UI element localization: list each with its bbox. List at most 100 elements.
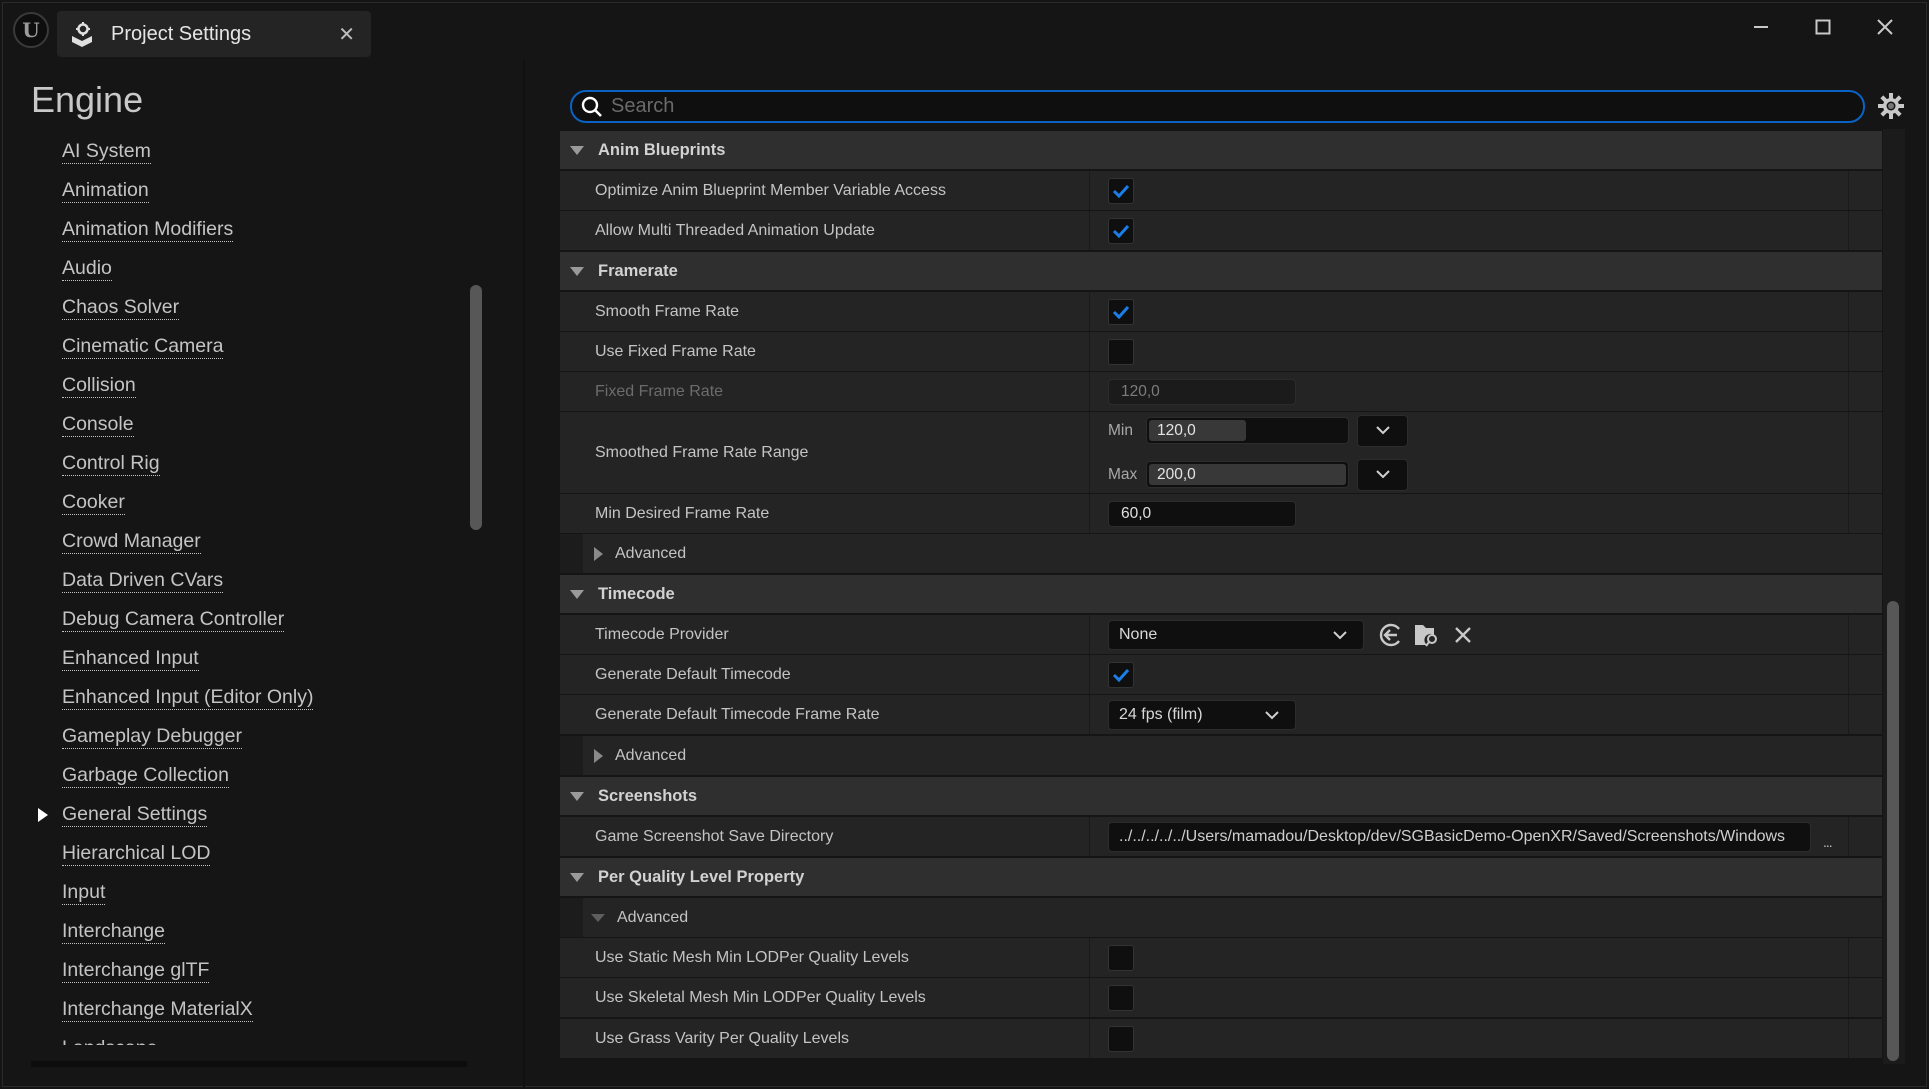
sidebar-item-cooker[interactable]: Cooker bbox=[62, 490, 125, 515]
sidebar-item-animation-modifiers[interactable]: Animation Modifiers bbox=[62, 217, 234, 242]
property-row: Timecode Provider None bbox=[560, 615, 1882, 654]
category-screenshots[interactable]: Screenshots bbox=[560, 777, 1882, 815]
property-name: Use Static Mesh Min LODPer Quality Level… bbox=[560, 938, 1090, 977]
property-row: Min Desired Frame Rate 60,0 bbox=[560, 494, 1882, 533]
property-name: Smooth Frame Rate bbox=[560, 292, 1090, 331]
sidebar-item-audio[interactable]: Audio bbox=[62, 256, 112, 281]
browse-directory-button[interactable]: ... bbox=[1823, 834, 1833, 850]
property-name: Generate Default Timecode Frame Rate bbox=[560, 695, 1090, 734]
gear-icon[interactable] bbox=[1877, 92, 1905, 120]
property-name: Use Fixed Frame Rate bbox=[560, 332, 1090, 371]
sidebar-item-ai-system[interactable]: AI System bbox=[62, 139, 151, 164]
max-label: Max bbox=[1108, 465, 1138, 483]
sidebar-item-interchange-gltf[interactable]: Interchange glTF bbox=[62, 958, 210, 983]
close-icon bbox=[1877, 19, 1893, 35]
category-label: Anim Blueprints bbox=[598, 140, 726, 159]
selected-arrow-icon bbox=[38, 808, 48, 822]
sidebar-item-enhanced-input[interactable]: Enhanced Input bbox=[62, 646, 199, 671]
screenshot-directory-field[interactable]: ../../../../../Users/mamadou/Desktop/dev… bbox=[1108, 821, 1811, 852]
property-name: Smoothed Frame Rate Range bbox=[560, 412, 1090, 493]
generate-default-timecode-checkbox[interactable] bbox=[1108, 661, 1134, 688]
property-row: Optimize Anim Blueprint Member Variable … bbox=[560, 171, 1882, 210]
property-name: Use Grass Varity Per Quality Levels bbox=[560, 1019, 1090, 1058]
project-settings-icon bbox=[69, 21, 95, 47]
slider-value: 120,0 bbox=[1157, 422, 1196, 439]
sidebar-item-interchange-materialx[interactable]: Interchange MaterialX bbox=[62, 997, 253, 1022]
min-label: Min bbox=[1108, 421, 1133, 439]
sidebar-item-garbage-collection[interactable]: Garbage Collection bbox=[62, 763, 229, 788]
smoothed-max-slider[interactable]: 200,0 bbox=[1146, 461, 1349, 488]
sidebar-item-gameplay-debugger[interactable]: Gameplay Debugger bbox=[62, 724, 242, 749]
skeletal-mesh-min-lod-checkbox[interactable] bbox=[1108, 984, 1134, 1011]
sidebar-item-crowd-manager[interactable]: Crowd Manager bbox=[62, 529, 201, 554]
sidebar-item-collision[interactable]: Collision bbox=[62, 373, 136, 398]
search-icon bbox=[581, 96, 602, 117]
close-window-button[interactable] bbox=[1854, 9, 1916, 45]
fixed-frame-rate-field: 120,0 bbox=[1108, 378, 1296, 405]
browse-folder-icon[interactable] bbox=[1414, 622, 1440, 648]
panel-divider[interactable] bbox=[523, 59, 525, 1088]
framerate-advanced-toggle[interactable]: Advanced bbox=[560, 534, 1882, 573]
smoothed-min-slider[interactable]: 120,0 bbox=[1146, 417, 1349, 444]
min-desired-frame-rate-field[interactable]: 60,0 bbox=[1108, 500, 1296, 527]
details-panel: Anim Blueprints Optimize Anim Blueprint … bbox=[560, 129, 1882, 1064]
property-row: Use Static Mesh Min LODPer Quality Level… bbox=[560, 938, 1882, 977]
sidebar-heading: Engine bbox=[31, 79, 144, 120]
category-label: Framerate bbox=[598, 261, 678, 280]
static-mesh-min-lod-checkbox[interactable] bbox=[1108, 944, 1134, 971]
category-anim-blueprints[interactable]: Anim Blueprints bbox=[560, 131, 1882, 169]
category-timecode[interactable]: Timecode bbox=[560, 575, 1882, 613]
project-settings-window: U Project Settings ✕ Engine AI System An… bbox=[2, 2, 1927, 1088]
category-framerate[interactable]: Framerate bbox=[560, 252, 1882, 290]
search-box[interactable] bbox=[570, 90, 1865, 123]
collapse-arrow-icon bbox=[570, 791, 584, 801]
default-timecode-frame-rate-dropdown[interactable]: 24 fps (film) bbox=[1108, 699, 1296, 730]
property-row: Smooth Frame Rate bbox=[560, 292, 1882, 331]
details-scrollbar-thumb[interactable] bbox=[1887, 601, 1899, 1061]
chevron-down-icon bbox=[1333, 630, 1347, 639]
use-fixed-frame-rate-checkbox[interactable] bbox=[1108, 338, 1134, 365]
optimize-member-access-checkbox[interactable] bbox=[1108, 177, 1134, 204]
tab-project-settings[interactable]: Project Settings ✕ bbox=[57, 11, 371, 57]
unreal-logo-icon[interactable]: U bbox=[13, 12, 49, 48]
property-row: Generate Default Timecode bbox=[560, 655, 1882, 694]
sidebar-item-interchange[interactable]: Interchange bbox=[62, 919, 165, 944]
search-input[interactable] bbox=[611, 95, 1863, 118]
clear-icon[interactable] bbox=[1450, 622, 1476, 648]
sidebar-item-landscape[interactable]: Landscape bbox=[62, 1036, 157, 1045]
minimize-button[interactable] bbox=[1730, 9, 1792, 45]
category-label: Timecode bbox=[598, 584, 675, 603]
sidebar-item-enhanced-input-editor-only[interactable]: Enhanced Input (Editor Only) bbox=[62, 685, 314, 710]
use-selected-icon[interactable] bbox=[1378, 622, 1404, 648]
timecode-provider-dropdown[interactable]: None bbox=[1108, 619, 1364, 650]
sidebar-item-animation[interactable]: Animation bbox=[62, 178, 149, 203]
sidebar-item-cinematic-camera[interactable]: Cinematic Camera bbox=[62, 334, 224, 359]
property-name: Fixed Frame Rate bbox=[560, 372, 1090, 411]
smooth-frame-rate-checkbox[interactable] bbox=[1108, 298, 1134, 325]
sidebar-item-data-driven-cvars[interactable]: Data Driven CVars bbox=[62, 568, 224, 593]
sidebar-item-general-settings[interactable]: General Settings bbox=[62, 802, 208, 827]
grass-varity-checkbox[interactable] bbox=[1108, 1025, 1134, 1052]
window-controls bbox=[1730, 9, 1916, 45]
sidebar-item-chaos-solver[interactable]: Chaos Solver bbox=[62, 295, 180, 320]
max-dropdown-button[interactable] bbox=[1357, 458, 1408, 491]
title-bar: U Project Settings ✕ bbox=[3, 3, 1926, 59]
sidebar-item-input[interactable]: Input bbox=[62, 880, 106, 905]
timecode-advanced-toggle[interactable]: Advanced bbox=[560, 736, 1882, 775]
multi-threaded-update-checkbox[interactable] bbox=[1108, 217, 1134, 244]
category-per-quality-level[interactable]: Per Quality Level Property bbox=[560, 858, 1882, 896]
per-quality-advanced-toggle[interactable]: Advanced bbox=[560, 898, 1882, 937]
property-name: Min Desired Frame Rate bbox=[560, 494, 1090, 533]
min-dropdown-button[interactable] bbox=[1357, 414, 1408, 447]
sidebar-scrollbar[interactable] bbox=[470, 285, 482, 530]
sidebar-item-control-rig[interactable]: Control Rig bbox=[62, 451, 160, 476]
slider-value: 200,0 bbox=[1157, 466, 1196, 483]
collapse-arrow-icon bbox=[591, 913, 605, 922]
property-row: Game Screenshot Save Directory ../../../… bbox=[560, 817, 1882, 856]
sidebar-item-hierarchical-lod[interactable]: Hierarchical LOD bbox=[62, 841, 211, 866]
sidebar-item-console[interactable]: Console bbox=[62, 412, 134, 437]
tab-close-icon[interactable]: ✕ bbox=[338, 22, 355, 47]
sidebar-item-debug-camera-controller[interactable]: Debug Camera Controller bbox=[62, 607, 285, 632]
category-label: Per Quality Level Property bbox=[598, 867, 805, 886]
maximize-button[interactable] bbox=[1792, 9, 1854, 45]
